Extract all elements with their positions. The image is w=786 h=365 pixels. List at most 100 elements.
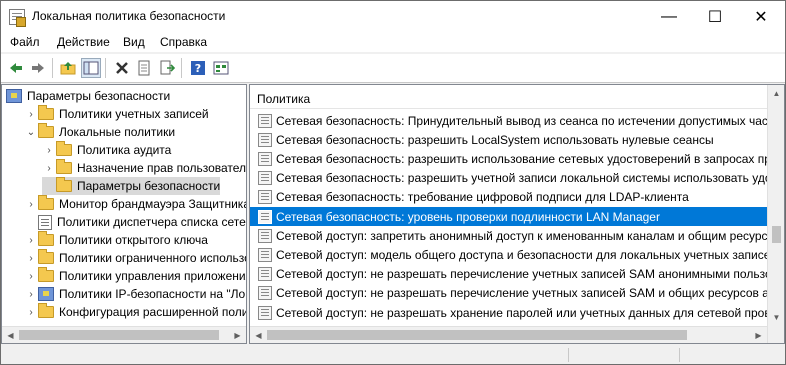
tree-item[interactable]: › Политики ограниченного использо: [24, 249, 246, 267]
policy-row[interactable]: Сетевая безопасность: требование цифрово…: [250, 188, 768, 207]
computer-icon: [6, 89, 22, 103]
policy-name: Сетевая безопасность: разрешить использо…: [276, 151, 768, 166]
folder-icon: [38, 123, 54, 138]
tree-item[interactable]: Параметры безопасности: [6, 87, 170, 105]
policy-row[interactable]: Сетевая безопасность: Принудительный выв…: [250, 111, 768, 130]
tree-item[interactable]: › Политики управления приложения: [24, 267, 247, 285]
policy-icon: [258, 151, 272, 166]
policy-icon: [258, 228, 272, 243]
chevron-right-icon[interactable]: ›: [24, 199, 38, 210]
scroll-thumb[interactable]: [267, 330, 687, 340]
policy-row[interactable]: Сетевой доступ: модель общего доступа и …: [250, 245, 768, 264]
status-bar: [1, 345, 785, 364]
tree-item[interactable]: › Политики открытого ключа: [24, 231, 208, 249]
book-icon: [38, 214, 52, 230]
tree-item[interactable]: › Политики IP-безопасности на "Лока: [24, 285, 247, 303]
policy-icon: [258, 171, 272, 186]
policy-name: Сетевая безопасность: разрешить LocalSys…: [276, 132, 714, 147]
help-icon[interactable]: ?: [188, 58, 208, 78]
policy-row[interactable]: Сетевая безопасность: разрешить LocalSys…: [250, 130, 768, 149]
policy-row[interactable]: Сетевой доступ: не разрешать хранение па…: [250, 303, 768, 322]
up-folder-icon[interactable]: [58, 58, 78, 78]
title-bar[interactable]: Локальная политика безопасности — ☐ ✕: [1, 1, 785, 32]
policy-row[interactable]: Сетевой доступ: запретить анонимный дост…: [250, 226, 768, 245]
policy-row[interactable]: Сетевая безопасность: уровень проверки п…: [250, 207, 768, 226]
column-header[interactable]: Политика: [250, 85, 784, 109]
scroll-thumb[interactable]: [19, 330, 219, 340]
tree-item-label: Конфигурация расширенной полит: [59, 305, 247, 319]
tree-item[interactable]: Параметры безопасности: [42, 177, 221, 195]
list-horizontal-scrollbar[interactable]: ◀ ▶: [250, 326, 767, 343]
policy-row[interactable]: Сетевая безопасность: разрешить использо…: [250, 149, 768, 168]
close-button[interactable]: ✕: [738, 1, 784, 32]
tree-item-label: Локальные политики: [59, 125, 176, 139]
tree-horizontal-scrollbar[interactable]: ◀ ▶: [2, 326, 246, 343]
chevron-right-icon[interactable]: ›: [24, 271, 38, 282]
tree-pane[interactable]: Параметры безопасности › Политики учетных …: [1, 84, 247, 344]
policy-name: Сетевая безопасность: требование цифрово…: [276, 190, 689, 205]
menu-view[interactable]: Вид: [123, 35, 145, 49]
policy-name: Сетевой доступ: запретить анонимный дост…: [276, 228, 768, 243]
menu-bar: Файл Действие Вид Справка: [1, 32, 785, 53]
tree-item[interactable]: › Назначение прав пользователя: [42, 159, 246, 177]
policy-name: Сетевая безопасность: уровень проверки п…: [276, 209, 660, 224]
policy-name: Сетевая безопасность: разрешить учетной …: [276, 171, 768, 186]
tree-item[interactable]: › Политики учетных записей: [24, 105, 209, 123]
menu-file[interactable]: Файл: [10, 35, 40, 49]
chevron-right-icon[interactable]: ›: [24, 307, 38, 318]
chevron-down-icon[interactable]: ⌄: [24, 127, 38, 138]
scroll-left-icon[interactable]: ◀: [250, 327, 267, 343]
window-title: Локальная политика безопасности: [32, 9, 226, 23]
scroll-thumb[interactable]: [772, 226, 781, 243]
folder-icon: [38, 195, 54, 210]
chevron-right-icon[interactable]: ›: [24, 109, 38, 120]
menu-help[interactable]: Справка: [160, 35, 207, 49]
back-icon[interactable]: [6, 58, 26, 78]
tree-item[interactable]: Политики диспетчера списка сетей: [24, 213, 246, 231]
tree-item-label: Параметры безопасности: [77, 179, 221, 193]
app-window: Локальная политика безопасности — ☐ ✕ Фа…: [0, 0, 786, 365]
chevron-right-icon[interactable]: ›: [24, 289, 38, 300]
tree-item[interactable]: › Политика аудита: [42, 141, 171, 159]
export-icon[interactable]: [157, 58, 177, 78]
menu-action[interactable]: Действие: [57, 35, 110, 49]
chevron-right-icon[interactable]: ›: [42, 145, 56, 156]
scroll-right-icon[interactable]: ▶: [750, 327, 767, 343]
policy-icon: [258, 209, 272, 224]
maximize-button[interactable]: ☐: [692, 1, 738, 32]
scroll-left-icon[interactable]: ◀: [2, 327, 19, 343]
policy-list-pane[interactable]: Политика Сетевая безопасность: Принудите…: [249, 84, 785, 344]
scroll-down-icon[interactable]: ▼: [768, 309, 784, 326]
tree-item-label: Политики управления приложения: [59, 269, 247, 283]
policy-row[interactable]: Сетевой доступ: не разрешать перечислени…: [250, 265, 768, 284]
policy-row[interactable]: Сетевая безопасность: разрешить учетной …: [250, 169, 768, 188]
folder-icon: [38, 249, 54, 264]
policy-name: Сетевой доступ: модель общего доступа и …: [276, 247, 768, 262]
tree-item-label: Параметры безопасности: [27, 89, 171, 103]
view-icon[interactable]: [211, 58, 231, 78]
security-policy-icon: [9, 9, 26, 27]
tree-item[interactable]: › Монитор брандмауэра Защитника W: [24, 195, 246, 213]
scroll-right-icon[interactable]: ▶: [229, 327, 246, 343]
policy-icon: [258, 267, 272, 282]
minimize-button[interactable]: —: [646, 1, 692, 32]
policy-row[interactable]: Сетевой доступ: не разрешать перечислени…: [250, 284, 768, 303]
policy-icon: [258, 305, 272, 320]
policy-icon: [258, 190, 272, 205]
chevron-right-icon[interactable]: ›: [24, 253, 38, 264]
show-tree-icon[interactable]: [81, 58, 101, 78]
folder-icon: [38, 105, 54, 120]
chevron-right-icon[interactable]: ›: [42, 163, 56, 174]
forward-icon[interactable]: [28, 58, 48, 78]
delete-icon[interactable]: [112, 58, 132, 78]
chevron-right-icon[interactable]: ›: [24, 235, 38, 246]
tree-item-label: Политики IP-безопасности на "Лока: [59, 287, 247, 301]
tree-item-label: Политики учетных записей: [59, 107, 209, 121]
tree-item[interactable]: ⌄ Локальные политики: [24, 123, 175, 141]
folder-icon: [56, 177, 72, 192]
properties-icon[interactable]: [134, 58, 154, 78]
scroll-up-icon[interactable]: ▲: [768, 85, 784, 102]
policy-icon: [258, 132, 272, 147]
list-vertical-scrollbar[interactable]: ▲ ▼: [767, 85, 784, 343]
tree-item[interactable]: › Конфигурация расширенной полит: [24, 303, 247, 321]
